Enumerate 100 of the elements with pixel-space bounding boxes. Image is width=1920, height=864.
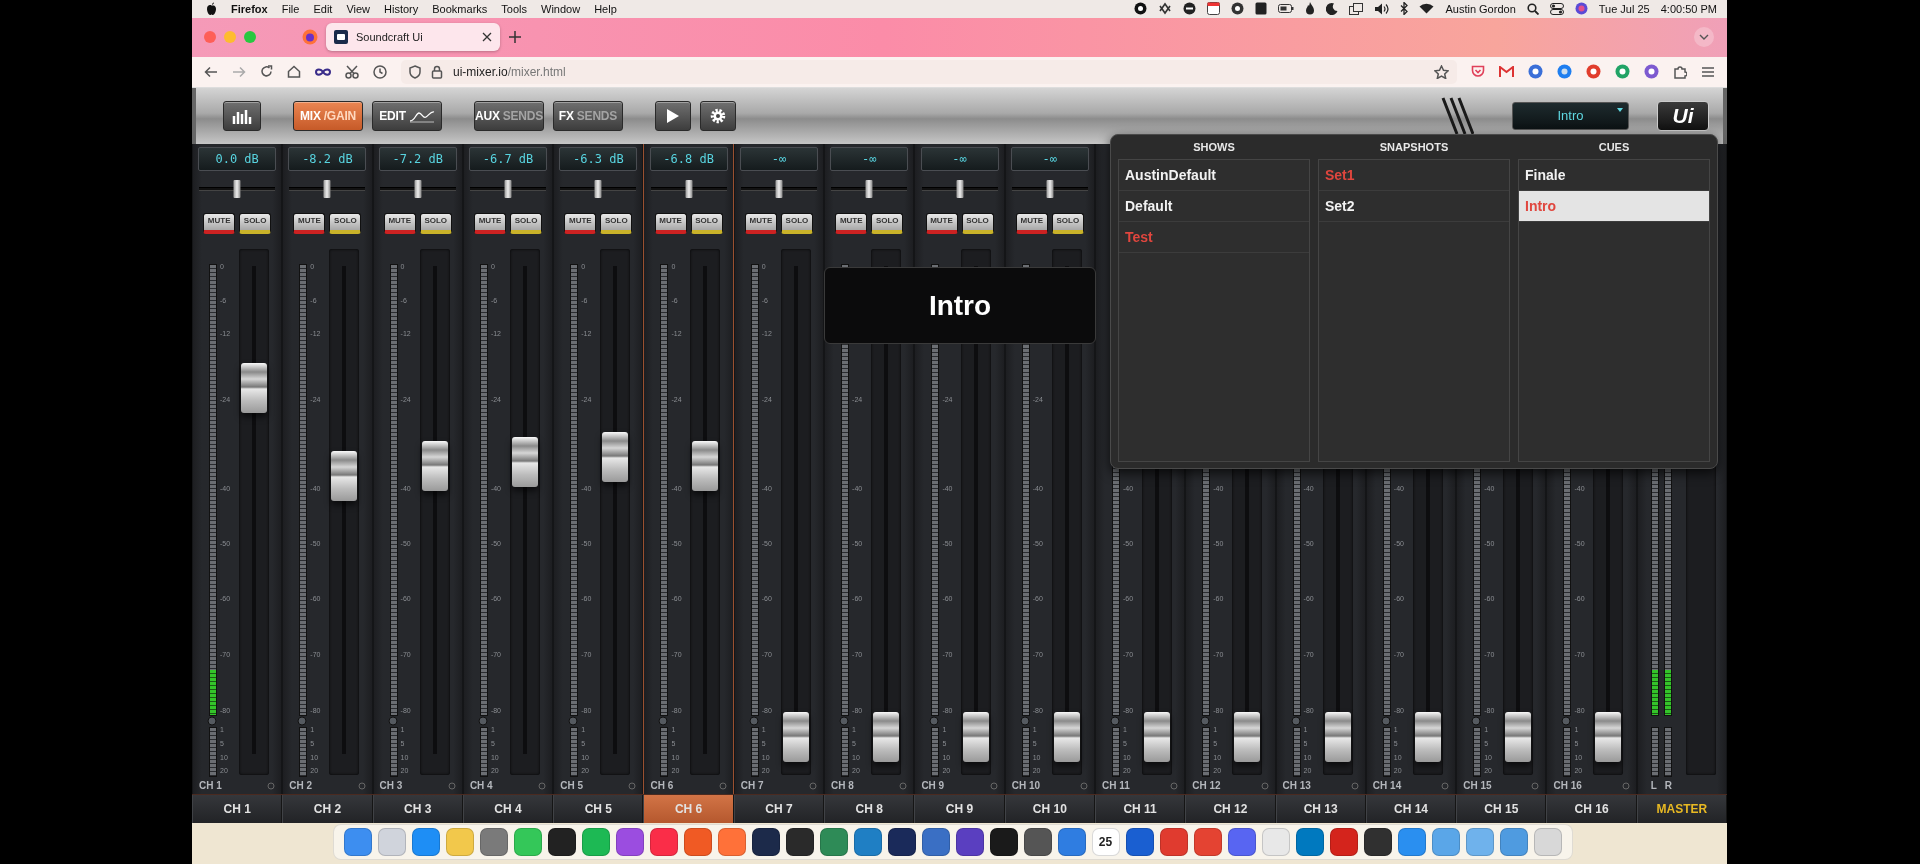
volume-icon[interactable] [1374,2,1390,15]
mute-button[interactable]: MUTE [293,213,326,235]
app-icon[interactable] [751,828,780,857]
view-button[interactable]: FX SENDS [553,100,623,131]
back-arrow-icon[interactable] [204,65,218,78]
app-icon[interactable] [547,828,576,857]
toggle-icon[interactable] [1549,2,1564,15]
new-tab-icon[interactable] [508,30,522,45]
record-icon[interactable] [1134,2,1148,16]
circle-icon[interactable] [1183,2,1197,16]
fader-knob[interactable] [1234,712,1261,763]
scissors-icon[interactable] [345,64,359,79]
app-icon[interactable] [785,828,814,857]
menu-item[interactable]: View [346,2,371,15]
mute-button[interactable]: MUTE [744,213,777,235]
fader-knob[interactable] [963,712,990,763]
app-icon[interactable]: 25 [1091,828,1120,857]
menu-item[interactable]: Window [541,2,581,15]
browser-tab[interactable]: Soundcraft Ui [326,23,500,52]
mute-button[interactable]: MUTE [654,213,687,235]
app-icon[interactable] [1363,828,1392,857]
solo-button[interactable]: SOLO [1051,213,1084,235]
mute-button[interactable]: MUTE [1015,213,1048,235]
address-bar[interactable]: ui-mixer.io/mixer.html [401,59,1457,84]
puzzle-icon[interactable] [1673,64,1687,79]
app-icon[interactable] [1125,828,1154,857]
bluetooth-icon[interactable] [1400,2,1409,16]
menu-item[interactable]: Help [594,2,617,15]
windows-icon[interactable] [1349,2,1364,15]
fader-knob[interactable] [421,441,448,492]
view-button[interactable]: EDIT [372,100,442,131]
fader-knob[interactable] [241,363,267,414]
view-button[interactable]: AUX SENDS [474,100,544,131]
firefox-icon[interactable] [302,29,318,46]
app-icon[interactable] [955,828,984,857]
mute-button[interactable]: MUTE [474,213,507,235]
fader-knob[interactable] [692,441,719,492]
extension-icon[interactable] [1586,64,1601,80]
view-button[interactable] [223,100,261,131]
bookmark-star-icon[interactable] [1434,64,1449,79]
solo-button[interactable]: SOLO [510,213,543,235]
mail-icon[interactable] [1499,65,1514,78]
mute-button[interactable]: MUTE [564,213,597,235]
lock-icon[interactable] [431,64,443,79]
app-icon[interactable] [887,828,916,857]
fader-knob[interactable] [1414,712,1441,763]
solo-button[interactable]: SOLO [600,213,633,235]
extension-icon[interactable] [1644,64,1659,80]
solo-button[interactable]: SOLO [419,213,452,235]
pan-knob[interactable] [594,180,602,199]
mute-button[interactable]: MUTE [203,213,236,235]
mute-button[interactable]: MUTE [925,213,958,235]
siri-icon[interactable] [1574,2,1588,16]
home-icon[interactable] [287,65,301,79]
play-button[interactable] [655,100,691,131]
list-item[interactable]: AustinDefault [1119,160,1309,192]
list-item[interactable]: Default [1119,191,1309,223]
pan-knob[interactable] [865,180,873,199]
pan-knob[interactable] [323,180,331,199]
extension-icon[interactable] [1557,64,1572,80]
menu-item[interactable]: File [281,2,300,15]
solo-button[interactable]: SOLO [780,213,813,235]
menu-icon[interactable] [1701,65,1715,78]
shield-icon[interactable] [409,64,421,79]
reload-icon[interactable] [260,65,273,79]
app-icon[interactable] [989,828,1018,857]
menu-item[interactable]: Tools [501,2,527,15]
app-icon[interactable] [1023,828,1052,857]
pan-knob[interactable] [685,180,693,199]
fader-knob[interactable] [873,712,900,763]
settings-button[interactable] [700,100,736,131]
fader-knob[interactable] [1324,712,1351,763]
pan-knob[interactable] [414,180,422,199]
extension-icon[interactable] [1615,64,1630,80]
fader-knob[interactable] [1505,712,1532,763]
mute-button[interactable]: MUTE [835,213,868,235]
solo-button[interactable]: SOLO [961,213,994,235]
moon-icon[interactable] [1326,2,1339,15]
flame-icon[interactable] [1305,2,1316,16]
list-item[interactable]: Set2 [1319,191,1509,223]
search-icon[interactable] [1526,2,1539,15]
menu-item[interactable]: Edit [313,2,333,15]
pan-knob[interactable] [775,180,783,199]
calendar-icon[interactable] [1207,2,1221,16]
battery-icon[interactable] [1278,3,1295,15]
wifi-icon[interactable] [1419,3,1435,15]
mute-button[interactable]: MUTE [383,213,416,235]
infinity-icon[interactable] [315,66,331,77]
app-icon[interactable] [1329,828,1358,857]
pan-knob[interactable] [233,180,241,199]
fader-knob[interactable] [602,431,629,482]
menu-item[interactable]: Bookmarks [432,2,488,15]
fader-knob[interactable] [782,712,809,763]
solo-button[interactable]: SOLO [690,213,723,235]
pan-knob[interactable] [956,180,963,199]
fader-knob[interactable] [331,451,358,502]
menu-item[interactable]: History [384,2,419,15]
close-icon[interactable] [482,32,492,43]
pan-knob[interactable] [504,180,512,199]
fader-knob[interactable] [1595,712,1622,763]
